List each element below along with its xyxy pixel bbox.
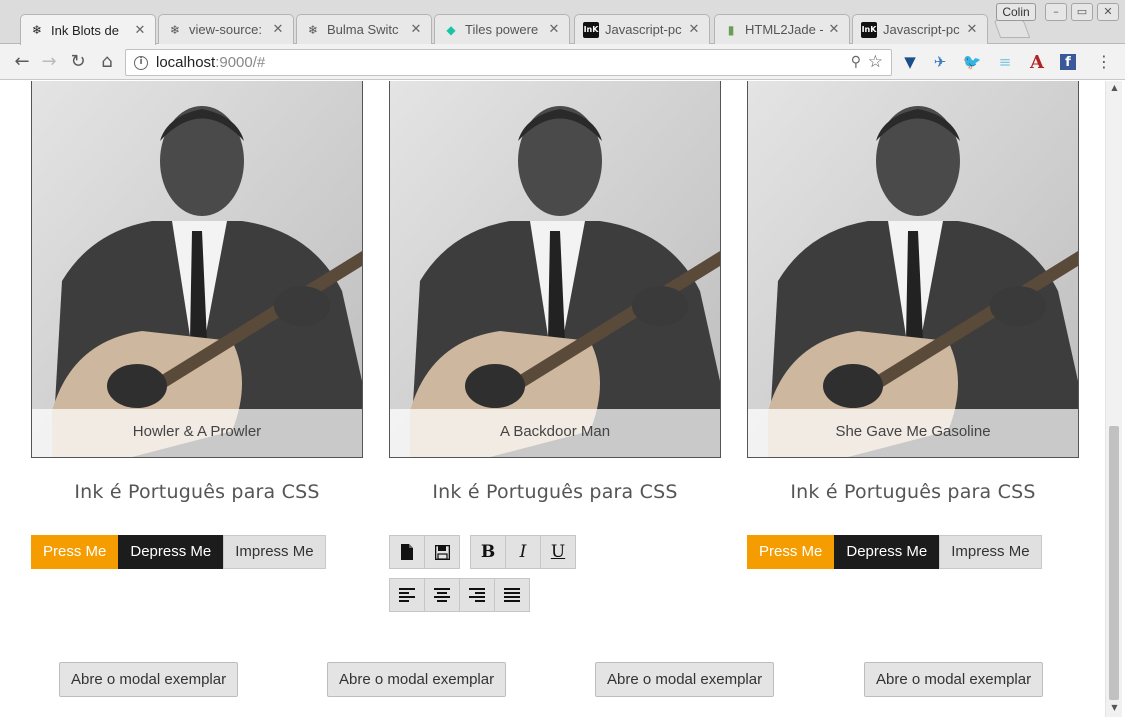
tab-html2jade[interactable]: ▮ HTML2Jade - ✕ [714,14,850,44]
bird-extension-icon[interactable]: ✈ [930,52,950,72]
snowflake-icon: ❄ [31,23,43,37]
format-button-group: B I U [470,535,576,569]
snowflake-icon: ❄ [307,22,319,37]
section-heading: Ink é Português para CSS [74,481,320,503]
scroll-up-arrow-icon[interactable]: ▲ [1106,83,1123,95]
close-icon[interactable]: ✕ [133,23,147,38]
jade-icon: ▮ [727,22,735,37]
align-button-group [389,578,530,612]
image-card[interactable]: A Backdoor Man [389,81,721,458]
close-window-icon[interactable]: ✕ [1097,3,1119,21]
new-file-icon[interactable] [389,535,425,569]
tab-title: Javascript-pc [883,22,960,37]
guitarist-photo [32,81,362,457]
snowflake-icon: ❄ [169,22,181,37]
scroll-down-arrow-icon[interactable]: ▼ [1106,703,1123,715]
section-heading: Ink é Português para CSS [790,481,1036,503]
close-icon[interactable]: ✕ [547,22,561,37]
maximize-icon[interactable]: ▭ [1071,3,1093,21]
tab-title: Tiles powere [465,22,539,37]
tab-view-source[interactable]: ❄ view-source: ✕ [158,14,294,44]
tab-bulma-switch[interactable]: ❄ Bulma Switc ✕ [296,14,432,44]
profile-button[interactable]: Colin [996,3,1036,21]
forward-arrow-icon[interactable]: → [38,51,60,73]
tiles-icon: ◆ [446,22,456,37]
save-icon[interactable] [424,535,460,569]
open-modal-button[interactable]: Abre o modal exemplar [595,662,775,697]
open-modal-button[interactable]: Abre o modal exemplar [327,662,507,697]
minimize-icon[interactable]: – [1045,3,1067,21]
ink-logo-icon: InK [861,21,877,38]
close-icon[interactable]: ✕ [271,22,285,37]
back-arrow-icon[interactable]: ← [11,51,33,73]
impress-me-button[interactable]: Impress Me [223,535,326,569]
tab-tiles[interactable]: ◆ Tiles powere ✕ [434,14,570,44]
address-bar[interactable]: i localhost :9000/# ⚲ ☆ [125,49,892,76]
button-group-left: Press Me Depress Me Impress Me [31,535,326,569]
twitter-icon[interactable]: 🐦 [962,52,982,72]
card-caption: A Backdoor Man [390,409,720,457]
tab-title: Ink Blots de [51,22,119,38]
browser-titlebar: ❄ Ink Blots de ✕ ❄ view-source: ✕ ❄ Bulm… [0,0,1125,45]
font-extension-icon[interactable]: A [1027,52,1047,73]
zoom-icon[interactable]: ⚲ [851,54,861,70]
depress-me-button[interactable]: Depress Me [834,535,940,569]
tab-title: HTML2Jade - [745,22,823,37]
card-caption: Howler & A Prowler [32,409,362,457]
guitarist-photo [390,81,720,457]
press-me-button[interactable]: Press Me [31,535,119,569]
underline-button[interactable]: U [540,535,576,569]
open-modal-button[interactable]: Abre o modal exemplar [59,662,239,697]
tab-title: Bulma Switc [327,22,399,37]
tab-title: Javascript-pc [605,22,682,37]
depress-me-button[interactable]: Depress Me [118,535,224,569]
lines-extension-icon[interactable]: ≡ [995,52,1015,72]
reload-icon[interactable]: ↻ [67,51,89,73]
bookmark-star-icon[interactable]: ☆ [868,52,883,72]
home-icon[interactable]: ⌂ [96,51,118,73]
close-icon[interactable]: ✕ [827,22,841,37]
bold-button[interactable]: B [470,535,506,569]
tab-javascript-1[interactable]: InK Javascript-pc ✕ [574,14,710,44]
card-caption: She Gave Me Gasoline [748,409,1078,457]
align-right-icon[interactable] [459,578,495,612]
new-tab-button[interactable] [993,20,1031,38]
ink-logo-icon: InK [583,21,599,38]
shield-extension-icon[interactable]: ▼ [900,52,920,72]
browser-toolbar: ← → ↻ ⌂ i localhost :9000/# ⚲ ☆ ▼ ✈ 🐦 ≡ … [0,44,1125,80]
impress-me-button[interactable]: Impress Me [939,535,1042,569]
more-menu-icon[interactable]: ⋮ [1096,52,1112,72]
align-left-icon[interactable] [389,578,425,612]
align-center-icon[interactable] [424,578,460,612]
button-group-right: Press Me Depress Me Impress Me [747,535,1042,569]
page-viewport: Howler & A Prowler A Backdoor Man She Ga… [0,81,1105,722]
section-heading: Ink é Português para CSS [432,481,678,503]
image-card[interactable]: Howler & A Prowler [31,81,363,458]
vertical-scrollbar[interactable]: ▲ ▼ [1105,81,1122,717]
tab-ink-blots[interactable]: ❄ Ink Blots de ✕ [20,14,156,45]
close-icon[interactable]: ✕ [687,22,701,37]
tab-title: view-source: [189,22,262,37]
open-modal-button[interactable]: Abre o modal exemplar [864,662,1044,697]
close-icon[interactable]: ✕ [965,22,979,37]
tab-javascript-2[interactable]: InK Javascript-pc ✕ [852,14,988,44]
facebook-icon[interactable]: f [1060,54,1076,70]
italic-button[interactable]: I [505,535,541,569]
scrollbar-thumb[interactable] [1109,426,1119,700]
guitarist-photo [748,81,1078,457]
align-justify-icon[interactable] [494,578,530,612]
image-card[interactable]: She Gave Me Gasoline [747,81,1079,458]
press-me-button[interactable]: Press Me [747,535,835,569]
info-icon[interactable]: i [134,55,148,70]
file-button-group [389,535,460,569]
close-icon[interactable]: ✕ [409,22,423,37]
address-path: :9000/# [215,54,266,71]
address-host: localhost [156,54,216,71]
